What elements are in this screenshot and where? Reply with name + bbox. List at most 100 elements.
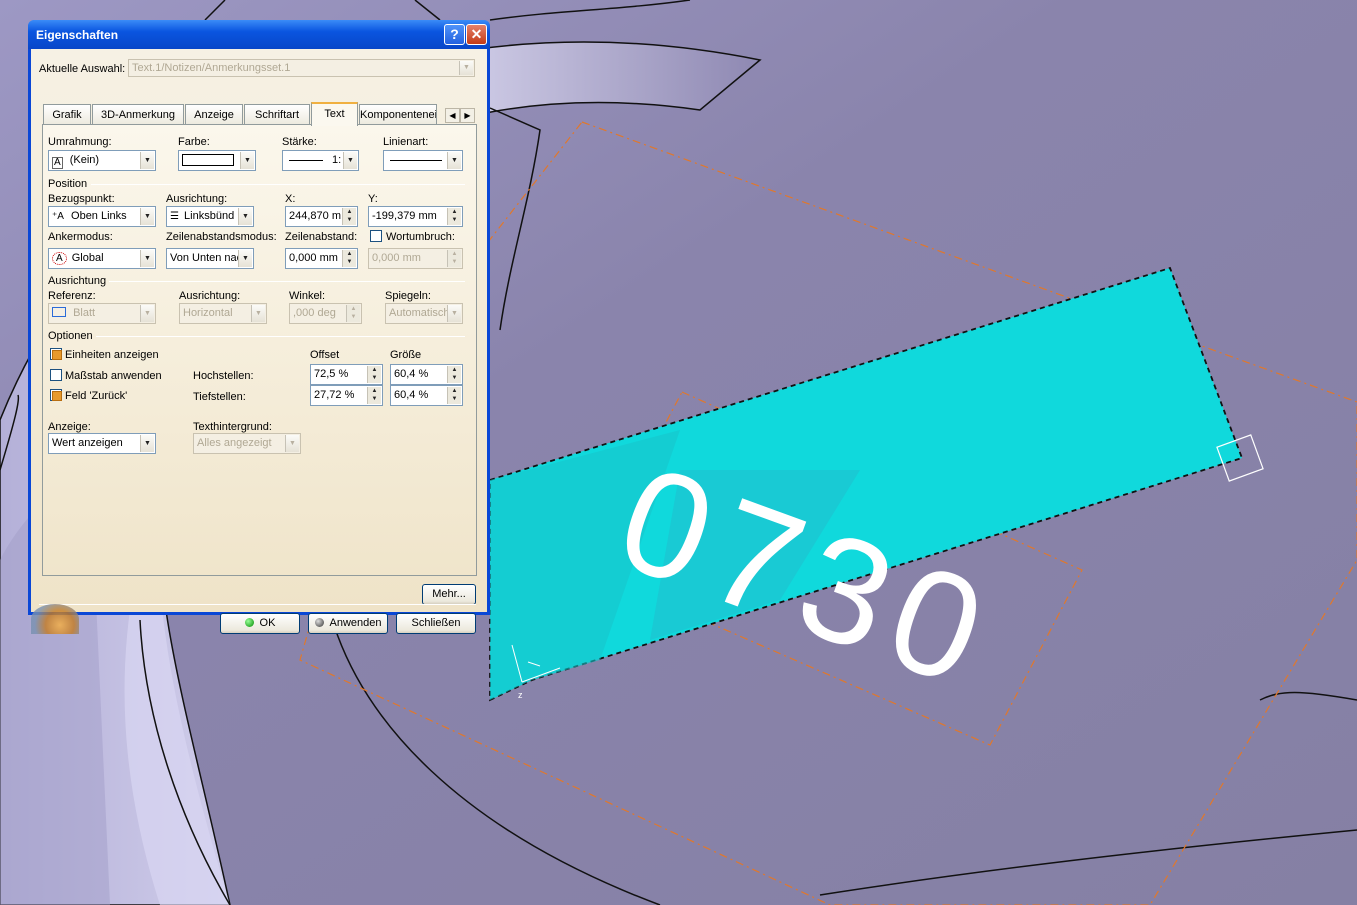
feld-zurueck-checkbox[interactable] xyxy=(50,389,62,401)
tiefstellen-groesse-value: 60,4 % xyxy=(394,389,429,401)
chevron-down-icon: ▼ xyxy=(447,152,461,169)
linienart-select[interactable]: ▼ xyxy=(383,150,463,171)
hochstellen-offset-value: 72,5 % xyxy=(314,368,349,380)
spin-up-icon[interactable]: ▲ xyxy=(343,250,356,258)
tab-text[interactable]: Text xyxy=(311,102,358,126)
chevron-down-icon: ▼ xyxy=(140,208,154,225)
spin-up-icon: ▲ xyxy=(451,251,458,257)
ok-button[interactable]: OK xyxy=(220,613,300,634)
y-spinner[interactable]: ▲ ▼ xyxy=(447,208,461,225)
tiefstellen-offset-input[interactable]: 27,72 % ▲ ▼ xyxy=(310,385,383,406)
hochstellen-groesse-spinner[interactable]: ▲ ▼ xyxy=(447,366,461,383)
more-button[interactable]: Mehr... xyxy=(422,584,476,605)
spin-up-icon[interactable]: ▲ xyxy=(448,208,461,216)
hochstellen-groesse-value: 60,4 % xyxy=(394,368,429,380)
y-value: -199,379 mm xyxy=(372,210,437,222)
apply-label: Anwenden xyxy=(329,617,382,629)
current-selection-field: Text.1/Notizen/Anmerkungsset.1 ▼ xyxy=(128,59,475,77)
chevron-down-icon: ▼ xyxy=(238,250,252,267)
tiefstellen-offset-spinner[interactable]: ▲ ▼ xyxy=(367,387,381,404)
ausrichtung-value: Linksbünd xyxy=(184,210,235,222)
wortumbruch-input: 0,000 mm ▲ ▼ xyxy=(368,248,463,269)
massstab-checkbox[interactable] xyxy=(50,369,62,381)
spin-up-icon[interactable]: ▲ xyxy=(448,366,461,374)
wortumbruch-checkbox[interactable] xyxy=(370,230,382,242)
spin-down-icon[interactable]: ▼ xyxy=(448,395,461,403)
staerke-select[interactable]: 1: ▼ xyxy=(282,150,359,171)
zeilenabstandsmodus-select[interactable]: Von Unten nac ▼ xyxy=(166,248,254,269)
anchor-mode-icon: A xyxy=(52,252,67,265)
dialog-client: Aktuelle Auswahl: Text.1/Notizen/Anmerku… xyxy=(31,49,487,634)
anzeige-label: Anzeige: xyxy=(48,421,91,433)
zeilenabstand-spinner[interactable]: ▲ ▼ xyxy=(342,250,356,267)
divider xyxy=(39,604,476,605)
tiefstellen-groesse-input[interactable]: 60,4 % ▲ ▼ xyxy=(390,385,463,406)
tab-grafik[interactable]: Grafik xyxy=(43,104,91,125)
dialog-title: Eigenschaften xyxy=(36,28,119,42)
umrahmung-select[interactable]: A (Kein) ▼ xyxy=(48,150,156,171)
spin-up-icon[interactable]: ▲ xyxy=(368,366,381,374)
ankermodus-select[interactable]: A Global ▼ xyxy=(48,248,156,269)
color-swatch xyxy=(182,154,234,166)
hochstellen-offset-input[interactable]: 72,5 % ▲ ▼ xyxy=(310,364,383,385)
wortumbruch-value: 0,000 mm xyxy=(372,252,421,264)
properties-dialog: Eigenschaften ? ✕ Aktuelle Auswahl: Text… xyxy=(28,20,490,634)
einheiten-checkbox[interactable] xyxy=(50,348,62,360)
help-button[interactable]: ? xyxy=(444,24,465,45)
divider xyxy=(109,281,465,282)
spin-down-icon[interactable]: ▼ xyxy=(343,258,356,266)
zeilenabstand-input[interactable]: 0,000 mm ▲ ▼ xyxy=(285,248,358,269)
spin-up-icon: ▲ xyxy=(350,306,357,312)
spin-up-icon[interactable]: ▲ xyxy=(448,387,461,395)
hochstellen-offset-spinner[interactable]: ▲ ▼ xyxy=(367,366,381,383)
wortumbruch-label: Wortumbruch: xyxy=(386,231,455,243)
chevron-down-icon: ▼ xyxy=(140,152,154,169)
anzeige-select[interactable]: Wert anzeigen ▼ xyxy=(48,433,156,454)
offset-header: Offset xyxy=(310,349,340,361)
spin-down-icon[interactable]: ▼ xyxy=(448,216,461,224)
x-label: X: xyxy=(285,193,296,205)
spiegeln-label: Spiegeln: xyxy=(385,290,431,302)
tab-3d-anmerkung[interactable]: 3D-Anmerkung xyxy=(92,104,184,125)
groesse-header: Größe xyxy=(390,349,422,361)
current-selection-value: Text.1/Notizen/Anmerkungsset.1 xyxy=(132,62,291,74)
title-bar[interactable]: Eigenschaften ? ✕ xyxy=(28,20,490,49)
y-input[interactable]: -199,379 mm ▲ ▼ xyxy=(368,206,463,227)
ausrichtung-label: Ausrichtung: xyxy=(166,193,228,205)
texthintergrund-label: Texthintergrund: xyxy=(193,421,272,433)
sheet-icon xyxy=(52,307,66,317)
spin-down-icon[interactable]: ▼ xyxy=(343,216,356,224)
texthintergrund-value: Alles angezeigt xyxy=(197,437,272,449)
spin-up-icon[interactable]: ▲ xyxy=(343,208,356,216)
umrahmung-label: Umrahmung: xyxy=(48,136,112,148)
hochstellen-groesse-input[interactable]: 60,4 % ▲ ▼ xyxy=(390,364,463,385)
winkel-spinner: ▲ ▼ xyxy=(346,305,360,322)
spin-down-icon[interactable]: ▼ xyxy=(368,395,381,403)
tab-anzeige[interactable]: Anzeige xyxy=(185,104,243,125)
close-window-button[interactable]: ✕ xyxy=(466,24,487,45)
x-spinner[interactable]: ▲ ▼ xyxy=(342,208,356,225)
bezugspunkt-select[interactable]: ⁺A Oben Links ▼ xyxy=(48,206,156,227)
ausrichtung-select[interactable]: ☰ Linksbünd ▼ xyxy=(166,206,254,227)
spin-up-icon[interactable]: ▲ xyxy=(368,387,381,395)
farbe-select[interactable]: ▼ xyxy=(178,150,256,171)
tab-schriftart[interactable]: Schriftart xyxy=(244,104,310,125)
winkel-label: Winkel: xyxy=(289,290,326,302)
staerke-value: 1: xyxy=(332,154,342,166)
texthintergrund-select: Alles angezeigt ▼ xyxy=(193,433,301,454)
chevron-down-icon: ▼ xyxy=(251,305,265,322)
orientation-section-label: Ausrichtung xyxy=(48,275,107,287)
tab-komponenteneig[interactable]: Komponenteneig xyxy=(359,104,437,125)
anzeige-value: Wert anzeigen xyxy=(52,437,123,449)
close-button[interactable]: Schließen xyxy=(396,613,476,634)
ok-label: OK xyxy=(259,617,276,629)
apply-button[interactable]: Anwenden xyxy=(308,613,388,634)
apply-status-icon xyxy=(314,618,324,627)
spin-down-icon[interactable]: ▼ xyxy=(448,374,461,382)
tab-scroll-left-icon[interactable]: ◀ xyxy=(445,108,460,123)
tab-scroll-right-icon[interactable]: ▶ xyxy=(460,108,475,123)
x-input[interactable]: 244,870 m ▲ ▼ xyxy=(285,206,358,227)
tiefstellen-groesse-spinner[interactable]: ▲ ▼ xyxy=(447,387,461,404)
divider xyxy=(91,184,465,185)
spin-down-icon[interactable]: ▼ xyxy=(368,374,381,382)
